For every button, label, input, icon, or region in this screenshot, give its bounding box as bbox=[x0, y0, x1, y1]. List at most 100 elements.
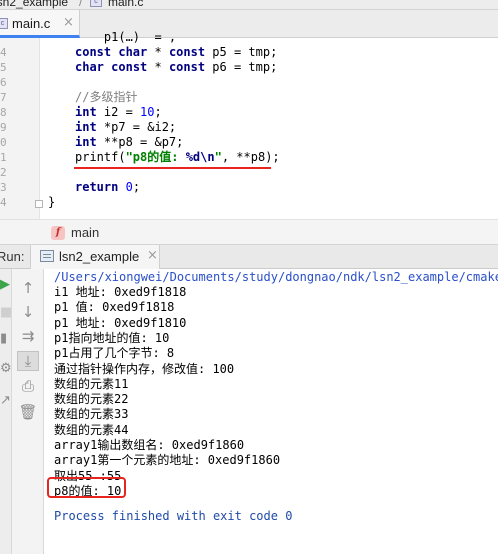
code-token: * bbox=[147, 45, 169, 59]
code-token: ; bbox=[132, 180, 141, 194]
console-toolbar: ↑ ↓ ⇉ ⤓ ⎙ 🗑 bbox=[12, 269, 44, 554]
highlight-box bbox=[47, 477, 126, 498]
code-token: 10 bbox=[140, 105, 155, 119]
code-line: int *p7 = &i2; bbox=[75, 120, 176, 135]
console-icon bbox=[40, 250, 54, 262]
code-line: printf("p8的值: %d\n", **p8); bbox=[75, 150, 280, 165]
code-line: int **p8 = &p7; bbox=[75, 135, 183, 150]
code-token: return bbox=[75, 180, 119, 194]
code-token: * bbox=[147, 60, 169, 74]
pin-icon[interactable]: ↗ bbox=[0, 393, 11, 408]
code-token: p6 = tmp; bbox=[205, 60, 278, 74]
scroll-to-end-icon[interactable]: ⤓ bbox=[17, 351, 39, 371]
code-token: } bbox=[48, 195, 56, 209]
pause-icon[interactable]: ▮ bbox=[0, 331, 7, 346]
scroll-down-icon[interactable]: ↓ bbox=[12, 303, 44, 321]
console-output-line: 数组的元素22 bbox=[54, 392, 129, 407]
code-token: int bbox=[75, 135, 97, 149]
code-token: **p8 = &p7; bbox=[96, 135, 184, 149]
breadcrumb-separator: / bbox=[79, 0, 83, 9]
rerun-icon[interactable]: ▶ bbox=[0, 277, 10, 292]
clear-icon[interactable]: 🗑 bbox=[12, 403, 44, 421]
soft-wrap-icon[interactable]: ⇉ bbox=[12, 327, 44, 345]
code-line: //多级指针 bbox=[75, 90, 137, 105]
function-breadcrumb-bar: f main bbox=[0, 219, 498, 245]
highlight-underline bbox=[74, 167, 271, 169]
function-breadcrumb-label[interactable]: main bbox=[71, 225, 99, 240]
code-token: ; bbox=[154, 105, 162, 119]
editor-tab-main-c[interactable]: c main.c × bbox=[0, 10, 80, 38]
code-token: "p8的值: bbox=[125, 150, 186, 164]
console-output-line: 数组的元素44 bbox=[54, 422, 129, 437]
line-number: 2 bbox=[0, 166, 7, 179]
code-line-partial: p1(…) = , bbox=[75, 30, 177, 44]
code-token: 0 bbox=[125, 180, 133, 194]
code-token: *p7 = &i2; bbox=[96, 120, 177, 134]
run-console-output[interactable]: /Users/xiongwei/Documents/study/dongnao/… bbox=[44, 269, 498, 554]
code-editor[interactable]: 4 5 6 7 8 9 0 1 2 3 4 p1(…) = , const char * const… bbox=[0, 30, 498, 219]
c-file-icon: c bbox=[90, 0, 102, 7]
line-number: 0 bbox=[0, 136, 7, 149]
console-output-line: 数组的元素11 bbox=[54, 376, 129, 391]
line-number: 4 bbox=[0, 46, 7, 59]
code-token: printf( bbox=[75, 150, 126, 164]
close-run-tab-icon[interactable]: × bbox=[147, 248, 158, 263]
code-token: //多级指针 bbox=[75, 90, 138, 104]
run-tab-label: lsn2_example bbox=[59, 249, 140, 264]
code-token: %d\n bbox=[185, 150, 215, 164]
line-number: 3 bbox=[0, 181, 7, 194]
code-line: char const * const p6 = tmp; bbox=[75, 60, 277, 75]
line-number: 7 bbox=[0, 91, 7, 104]
navigation-breadcrumb: lsn2_example / c main.c bbox=[0, 0, 498, 10]
code-token: const bbox=[168, 45, 206, 59]
console-output-line: p1 地址: 0xed9f1810 bbox=[54, 315, 187, 330]
code-token: int bbox=[75, 105, 97, 119]
line-number: 4 bbox=[0, 196, 7, 209]
settings-icon[interactable]: ⚙ bbox=[0, 361, 12, 376]
console-output-line: array1第一个元素的地址: 0xed9f1860 bbox=[54, 453, 281, 468]
fold-marker-icon[interactable] bbox=[35, 200, 43, 208]
code-line: int i2 = 10; bbox=[75, 105, 162, 120]
code-token: " bbox=[214, 150, 222, 164]
console-output-line: i1 地址: 0xed9f1818 bbox=[54, 285, 187, 299]
code-token: int bbox=[75, 120, 97, 134]
editor-tab-label: main.c bbox=[12, 16, 51, 31]
scroll-up-icon[interactable]: ↑ bbox=[12, 279, 44, 297]
console-output-line: p1占用了几个字节: 8 bbox=[54, 346, 175, 361]
close-tab-icon[interactable]: × bbox=[63, 15, 74, 30]
c-file-icon: c bbox=[0, 18, 8, 29]
console-output-line: p1 值: 0xed9f1818 bbox=[54, 300, 175, 315]
code-line: const char * const p5 = tmp; bbox=[75, 45, 277, 60]
breadcrumb-file[interactable]: main.c bbox=[108, 0, 143, 9]
line-number: 5 bbox=[0, 61, 7, 74]
print-icon[interactable]: ⎙ bbox=[12, 377, 44, 395]
code-token: p5 = tmp; bbox=[205, 45, 278, 59]
code-token: const bbox=[111, 60, 148, 74]
run-tab-lsn2-example[interactable]: lsn2_example × bbox=[30, 245, 160, 269]
code-token: , **p8); bbox=[221, 150, 280, 164]
breadcrumb-project[interactable]: lsn2_example bbox=[0, 0, 68, 9]
console-command-path: /Users/xiongwei/Documents/study/dongnao/… bbox=[54, 270, 498, 284]
line-number: 9 bbox=[0, 121, 7, 134]
line-number-gutter: 4 5 6 7 8 9 0 1 2 3 4 bbox=[0, 38, 40, 219]
line-number: 6 bbox=[0, 76, 7, 89]
code-token: const bbox=[168, 60, 206, 74]
run-panel-label: Run: bbox=[0, 249, 25, 264]
run-side-strip: ▶ ■ ▮ ⚙ ↗ bbox=[0, 269, 12, 554]
console-output-line: p1指向地址的值: 10 bbox=[54, 330, 170, 345]
code-token: const bbox=[75, 45, 112, 59]
code-token: i2 = bbox=[96, 105, 141, 119]
console-output-line: 通过指针操作内存，修改值: 100 bbox=[54, 361, 235, 376]
stop-icon[interactable]: ■ bbox=[0, 305, 12, 320]
function-icon: f bbox=[51, 226, 65, 240]
console-exit-message: Process finished with exit code 0 bbox=[54, 509, 293, 523]
line-number: 8 bbox=[0, 106, 7, 119]
run-panel-header: Run: lsn2_example × bbox=[0, 245, 498, 269]
code-token: char bbox=[118, 45, 148, 59]
code-line: return 0; bbox=[75, 180, 140, 195]
console-output-line: 数组的元素33 bbox=[54, 407, 129, 422]
code-token: char bbox=[75, 60, 104, 74]
console-output-line: array1输出数组名: 0xed9f1860 bbox=[54, 438, 245, 452]
line-number: 1 bbox=[0, 151, 7, 164]
